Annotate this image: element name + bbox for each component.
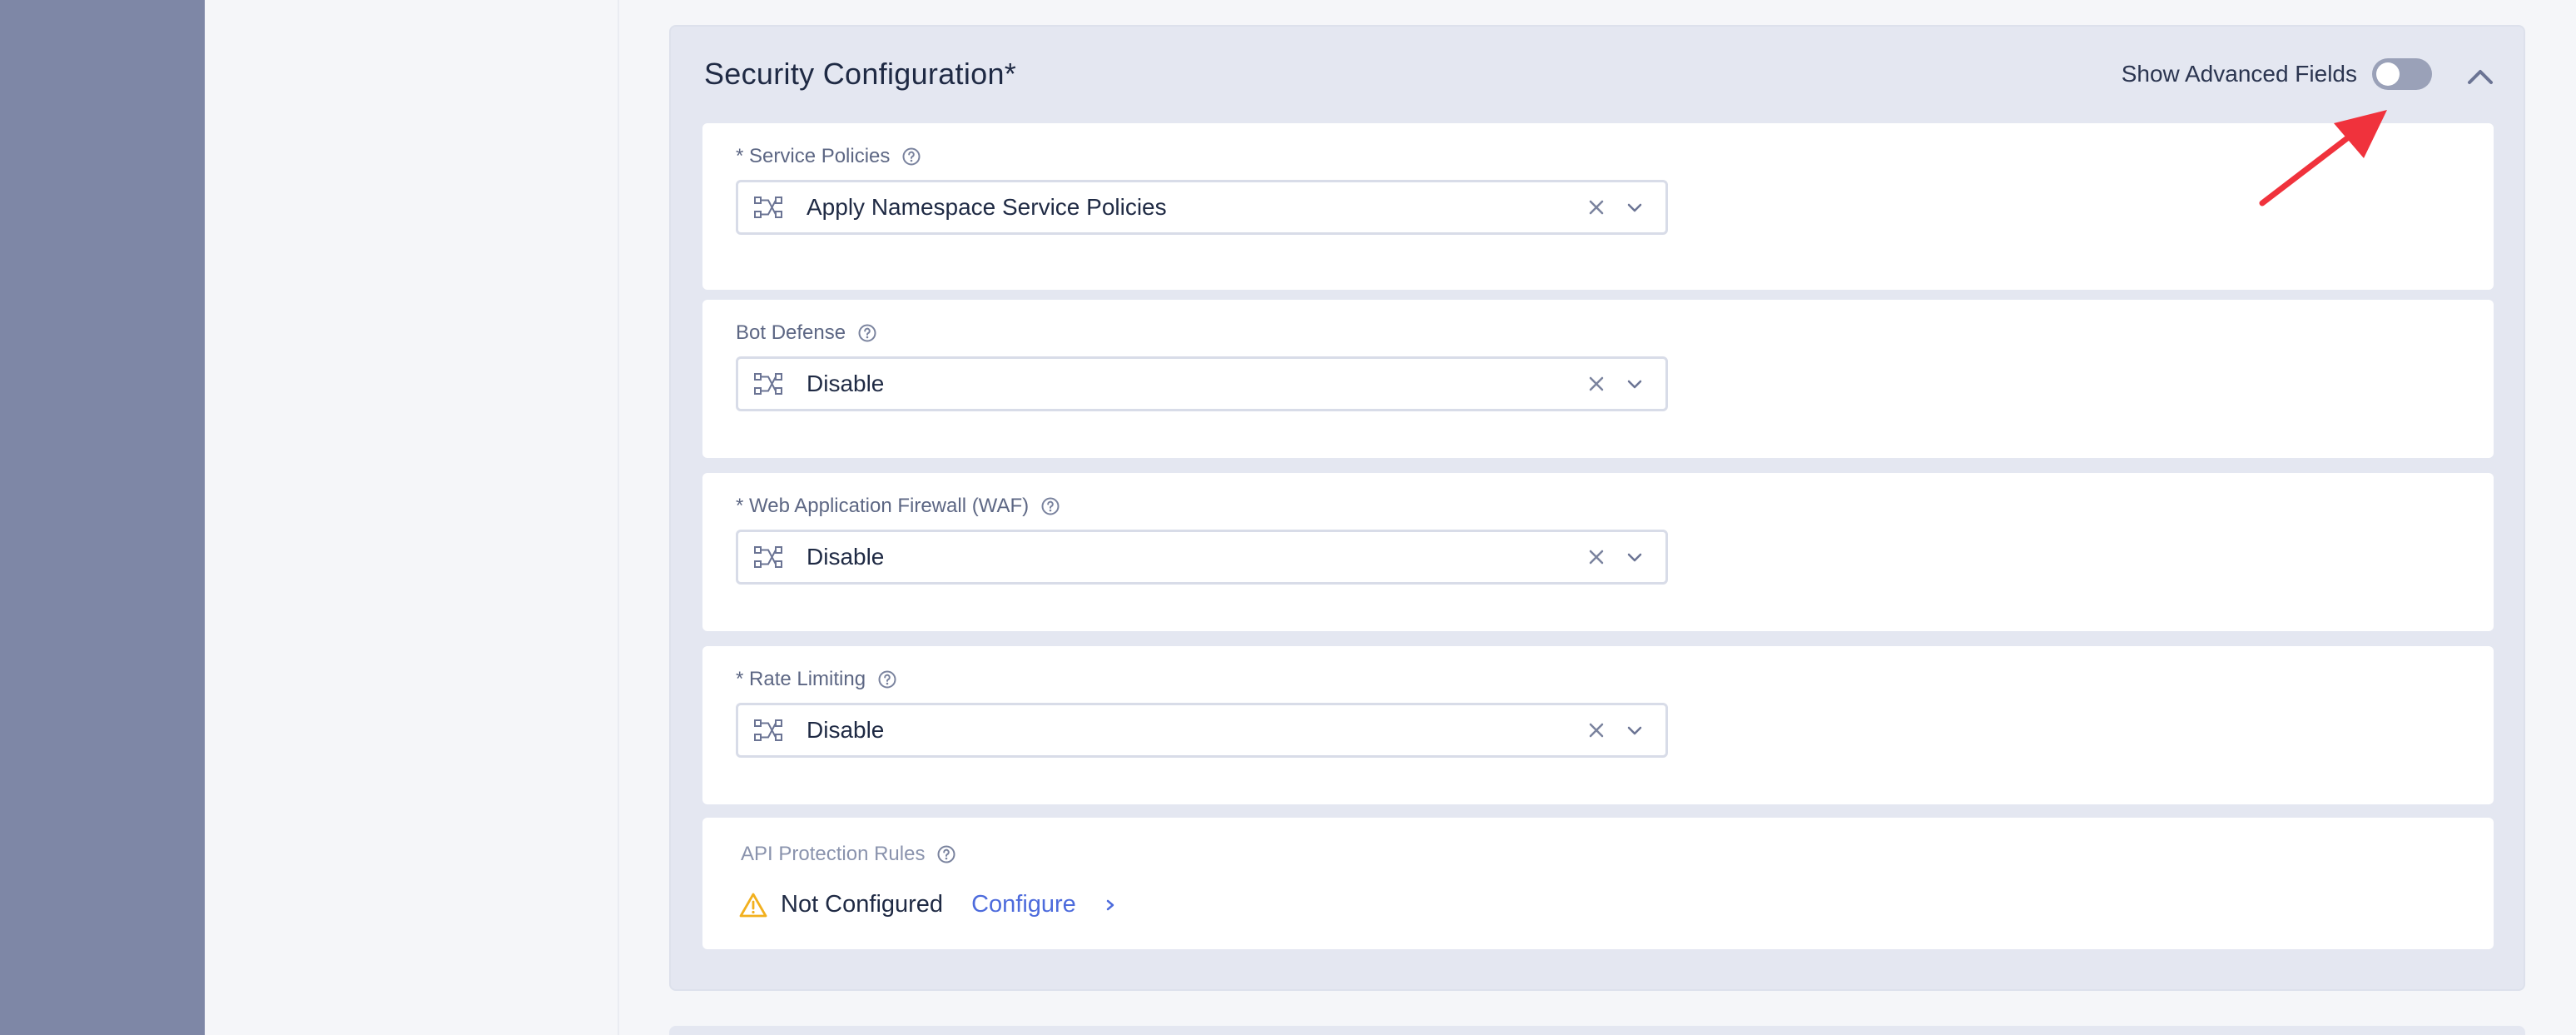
bot-defense-label: Bot Defense xyxy=(736,321,877,345)
selected-value: Disable xyxy=(807,371,885,396)
chevron-up-icon xyxy=(2468,70,2493,84)
advanced-fields-control: Show Advanced Fields xyxy=(2122,58,2432,90)
waf-card: * Web Application Firewall (WAF) Disable xyxy=(702,473,2494,631)
collapse-section-button[interactable] xyxy=(2464,60,2497,93)
service-policies-select[interactable]: Apply Namespace Service Policies xyxy=(736,180,1668,235)
close-icon[interactable] xyxy=(1584,718,1609,743)
configure-link[interactable]: Configure xyxy=(971,891,1076,918)
help-circle-icon[interactable] xyxy=(936,844,956,864)
field-label-text: API Protection Rules xyxy=(741,843,926,865)
chevron-down-icon[interactable] xyxy=(1624,546,1645,568)
chevron-down-icon[interactable] xyxy=(1624,197,1645,218)
toggle-knob xyxy=(2376,62,2400,86)
left-sidebar-rail xyxy=(0,0,205,1035)
api-protection-status-row: Not Configured Configure xyxy=(739,891,1119,918)
warning-triangle-icon xyxy=(739,893,767,917)
field-label-text: * Rate Limiting xyxy=(736,668,866,690)
next-section-edge xyxy=(669,1026,2525,1035)
secondary-nav-column xyxy=(205,0,619,1035)
network-nodes-icon xyxy=(754,197,782,218)
bot-defense-card: Bot Defense Disable xyxy=(702,300,2494,458)
help-circle-icon[interactable] xyxy=(1040,496,1060,516)
app-root: Security Configuration* Show Advanced Fi… xyxy=(0,0,2576,1035)
rate-limiting-select[interactable]: Disable xyxy=(736,703,1668,758)
api-protection-label: API Protection Rules xyxy=(741,843,956,866)
service-policies-card: * Service Policies Apply Namespace Servi… xyxy=(702,123,2494,290)
field-label-text: * Service Policies xyxy=(736,145,891,167)
close-icon[interactable] xyxy=(1584,371,1609,396)
help-circle-icon[interactable] xyxy=(877,669,897,689)
field-label-text: * Web Application Firewall (WAF) xyxy=(736,495,1030,517)
help-circle-icon[interactable] xyxy=(857,323,877,343)
advanced-fields-label: Show Advanced Fields xyxy=(2121,61,2357,87)
chevron-down-icon[interactable] xyxy=(1624,373,1645,395)
selected-value: Disable xyxy=(807,717,885,743)
network-nodes-icon xyxy=(754,546,782,568)
advanced-fields-toggle[interactable] xyxy=(2372,58,2432,90)
service-policies-label: * Service Policies xyxy=(736,145,921,168)
network-nodes-icon xyxy=(754,373,782,395)
rate-limiting-card: * Rate Limiting Disable xyxy=(702,646,2494,804)
field-label-text: Bot Defense xyxy=(736,321,846,344)
network-nodes-icon xyxy=(754,719,782,741)
bot-defense-select[interactable]: Disable xyxy=(736,356,1668,411)
rate-limiting-label: * Rate Limiting xyxy=(736,668,897,691)
waf-label: * Web Application Firewall (WAF) xyxy=(736,495,1060,518)
selected-value: Apply Namespace Service Policies xyxy=(807,194,1167,220)
help-circle-icon[interactable] xyxy=(901,147,921,167)
api-protection-card: API Protection Rules Not Configured Conf xyxy=(702,818,2494,949)
waf-select[interactable]: Disable xyxy=(736,530,1668,585)
chevron-right-icon[interactable] xyxy=(1101,896,1119,914)
selected-value: Disable xyxy=(807,544,885,570)
close-icon[interactable] xyxy=(1584,195,1609,220)
close-icon[interactable] xyxy=(1584,545,1609,570)
chevron-down-icon[interactable] xyxy=(1624,719,1645,741)
section-title: Security Configuration* xyxy=(704,57,1017,91)
annotation-arrow-icon xyxy=(2259,110,2387,207)
status-text: Not Configured xyxy=(781,891,944,918)
